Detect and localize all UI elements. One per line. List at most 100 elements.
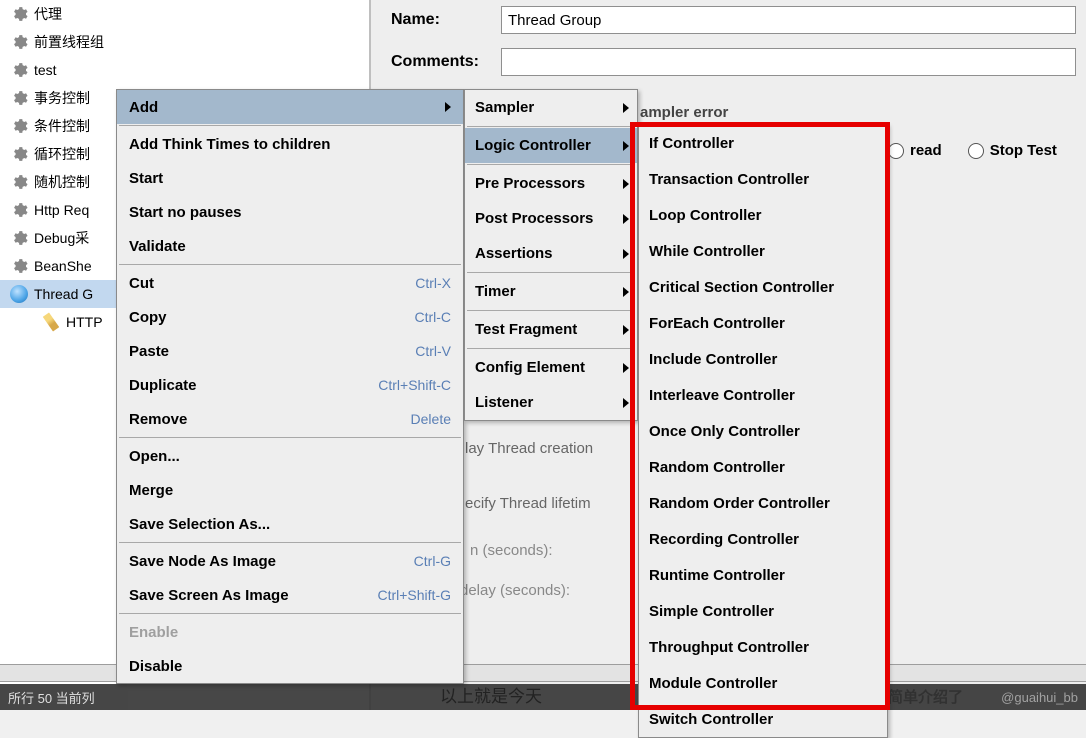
menu-shortcut: Ctrl-G bbox=[414, 553, 451, 569]
menu-separator bbox=[467, 348, 635, 349]
tree-item-label: 前置线程组 bbox=[34, 32, 104, 52]
submenu-post-processors[interactable]: Post Processors bbox=[465, 201, 637, 236]
submenu-assertions[interactable]: Assertions bbox=[465, 236, 637, 271]
logic-switch-controller[interactable]: Switch Controller bbox=[639, 701, 887, 737]
menu-merge[interactable]: Merge bbox=[117, 473, 463, 507]
gear-icon bbox=[10, 61, 28, 79]
menu-item-label: Remove bbox=[129, 411, 187, 428]
logic-critical-section-controller[interactable]: Critical Section Controller bbox=[639, 269, 887, 305]
menu-item-label: Validate bbox=[129, 238, 186, 255]
menu-validate[interactable]: Validate bbox=[117, 229, 463, 263]
logic-loop-controller[interactable]: Loop Controller bbox=[639, 197, 887, 233]
logic-once-only-controller[interactable]: Once Only Controller bbox=[639, 413, 887, 449]
radio-dot-icon bbox=[888, 143, 904, 159]
radio-stop-thread[interactable]: read bbox=[888, 142, 942, 159]
gear-icon bbox=[10, 145, 28, 163]
logic-random-order-controller[interactable]: Random Order Controller bbox=[639, 485, 887, 521]
logic-if-controller[interactable]: If Controller bbox=[639, 125, 887, 161]
menu-item-label: ForEach Controller bbox=[649, 315, 785, 332]
menu-start[interactable]: Start bbox=[117, 161, 463, 195]
menu-start-no-pauses[interactable]: Start no pauses bbox=[117, 195, 463, 229]
logic-interleave-controller[interactable]: Interleave Controller bbox=[639, 377, 887, 413]
gear-icon bbox=[10, 5, 28, 23]
menu-item-label: Random Order Controller bbox=[649, 495, 830, 512]
radio-stop-test[interactable]: Stop Test bbox=[968, 142, 1057, 159]
add-submenu: Sampler Logic Controller Pre Processors … bbox=[464, 89, 638, 421]
tree-item-label: 随机控制 bbox=[34, 172, 90, 192]
delay-thread-text: lay Thread creation bbox=[465, 440, 593, 457]
menu-item-label: Disable bbox=[129, 658, 182, 675]
menu-item-label: Module Controller bbox=[649, 675, 777, 692]
menu-item-label: Add Think Times to children bbox=[129, 136, 330, 153]
menu-add[interactable]: Add bbox=[117, 90, 463, 124]
menu-item-label: Merge bbox=[129, 482, 173, 499]
menu-item-label: Save Screen As Image bbox=[129, 587, 289, 604]
logic-include-controller[interactable]: Include Controller bbox=[639, 341, 887, 377]
menu-save-node-image[interactable]: Save Node As ImageCtrl-G bbox=[117, 544, 463, 578]
cn-caption: 以上就是今天 bbox=[440, 682, 542, 707]
submenu-arrow-icon bbox=[623, 214, 629, 224]
sampler-error-text: ampler error bbox=[640, 104, 728, 121]
submenu-listener[interactable]: Listener bbox=[465, 385, 637, 420]
submenu-arrow-icon bbox=[623, 103, 629, 113]
menu-paste[interactable]: PasteCtrl-V bbox=[117, 334, 463, 368]
submenu-pre-processors[interactable]: Pre Processors bbox=[465, 166, 637, 201]
menu-item-label: Add bbox=[129, 99, 158, 116]
radio-label: Stop Test bbox=[990, 142, 1057, 159]
menu-item-label: If Controller bbox=[649, 135, 734, 152]
submenu-arrow-icon bbox=[623, 363, 629, 373]
menu-separator bbox=[119, 264, 461, 265]
gear-icon bbox=[10, 33, 28, 51]
tree-item-label: test bbox=[34, 62, 57, 78]
submenu-arrow-icon bbox=[623, 398, 629, 408]
menu-item-label: Start bbox=[129, 170, 163, 187]
menu-open[interactable]: Open... bbox=[117, 439, 463, 473]
menu-separator bbox=[119, 613, 461, 614]
gear-icon bbox=[10, 173, 28, 191]
tree-item[interactable]: test bbox=[0, 56, 369, 84]
tree-item[interactable]: 代理 bbox=[0, 0, 369, 28]
menu-item-label: Cut bbox=[129, 275, 154, 292]
comments-input[interactable] bbox=[501, 48, 1076, 76]
pencil-icon bbox=[41, 312, 62, 333]
specify-lifetime-text: ecify Thread lifetim bbox=[465, 495, 591, 512]
menu-item-label: Start no pauses bbox=[129, 204, 242, 221]
submenu-timer[interactable]: Timer bbox=[465, 274, 637, 309]
menu-shortcut: Ctrl-C bbox=[414, 309, 451, 325]
menu-save-selection-as[interactable]: Save Selection As... bbox=[117, 507, 463, 541]
n-seconds-text: n (seconds): bbox=[470, 542, 553, 559]
submenu-config-element[interactable]: Config Element bbox=[465, 350, 637, 385]
context-menu: Add Add Think Times to children Start St… bbox=[116, 89, 464, 684]
logic-simple-controller[interactable]: Simple Controller bbox=[639, 593, 887, 629]
menu-item-label: Include Controller bbox=[649, 351, 777, 368]
gear-icon bbox=[10, 229, 28, 247]
tree-item[interactable]: 前置线程组 bbox=[0, 28, 369, 56]
menu-remove[interactable]: RemoveDelete bbox=[117, 402, 463, 436]
menu-cut[interactable]: Cut Ctrl-X bbox=[117, 266, 463, 300]
tree-item-label: Thread G bbox=[34, 286, 93, 302]
logic-recording-controller[interactable]: Recording Controller bbox=[639, 521, 887, 557]
menu-save-screen-image[interactable]: Save Screen As Image Ctrl+Shift-G bbox=[117, 578, 463, 612]
name-input[interactable] bbox=[501, 6, 1076, 34]
menu-shortcut: Ctrl+Shift-G bbox=[377, 587, 451, 603]
tree-item-label: 条件控制 bbox=[34, 116, 90, 136]
menu-copy[interactable]: CopyCtrl-C bbox=[117, 300, 463, 334]
logic-module-controller[interactable]: Module Controller bbox=[639, 665, 887, 701]
logic-foreach-controller[interactable]: ForEach Controller bbox=[639, 305, 887, 341]
radio-dot-icon bbox=[968, 143, 984, 159]
logic-while-controller[interactable]: While Controller bbox=[639, 233, 887, 269]
menu-separator bbox=[119, 542, 461, 543]
globe-icon bbox=[10, 285, 28, 303]
logic-transaction-controller[interactable]: Transaction Controller bbox=[639, 161, 887, 197]
menu-shortcut: Ctrl-X bbox=[415, 275, 451, 291]
submenu-test-fragment[interactable]: Test Fragment bbox=[465, 312, 637, 347]
menu-shortcut: Ctrl+Shift-C bbox=[378, 377, 451, 393]
menu-add-think-times[interactable]: Add Think Times to children bbox=[117, 127, 463, 161]
menu-disable[interactable]: Disable bbox=[117, 649, 463, 683]
submenu-logic-controller[interactable]: Logic Controller bbox=[465, 128, 637, 163]
logic-random-controller[interactable]: Random Controller bbox=[639, 449, 887, 485]
submenu-sampler[interactable]: Sampler bbox=[465, 90, 637, 125]
logic-throughput-controller[interactable]: Throughput Controller bbox=[639, 629, 887, 665]
menu-duplicate[interactable]: DuplicateCtrl+Shift-C bbox=[117, 368, 463, 402]
logic-runtime-controller[interactable]: Runtime Controller bbox=[639, 557, 887, 593]
